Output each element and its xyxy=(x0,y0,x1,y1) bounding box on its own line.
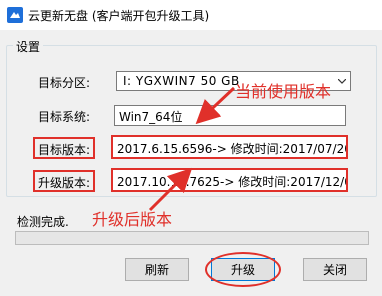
dialog-body: 设置 目标分区: I: YGXWIN7 50 GB 目标系统: Win7_64位… xyxy=(0,30,382,296)
app-icon xyxy=(7,7,23,23)
arrow-to-target-version xyxy=(195,86,236,125)
arrow-to-upgrade-version xyxy=(148,167,193,212)
window-title: 云更新无盘 (客户端开包升级工具) xyxy=(28,9,210,23)
title-bar: 云更新无盘 (客户端开包升级工具) xyxy=(0,0,382,30)
annotation-arrows xyxy=(148,86,236,212)
